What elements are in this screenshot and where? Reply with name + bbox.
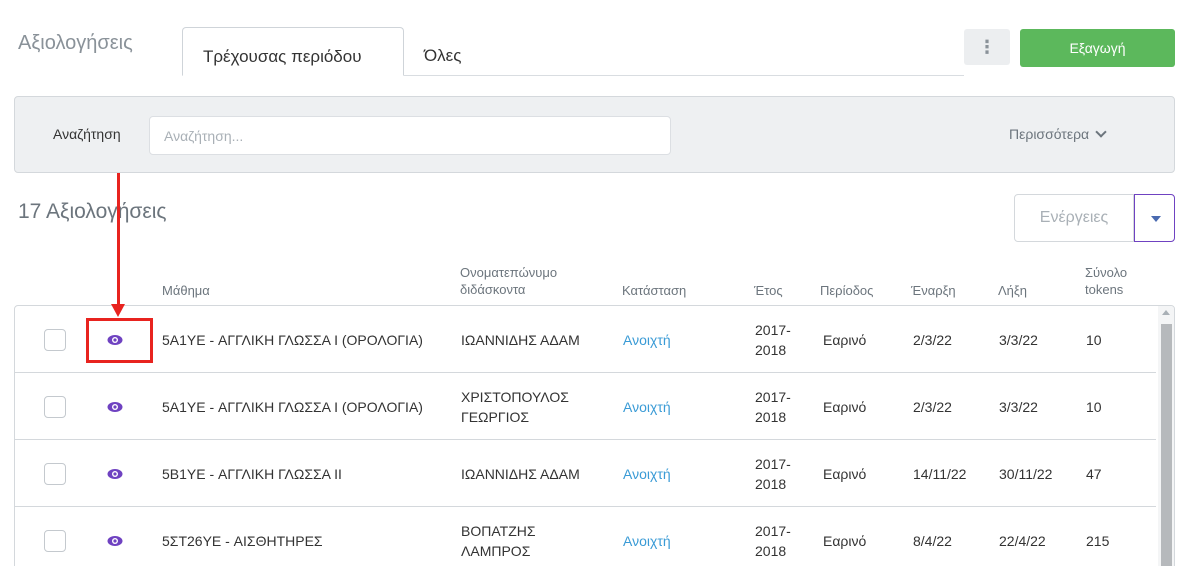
row-checkbox[interactable] xyxy=(44,530,66,552)
cell-end: 3/3/22 xyxy=(999,332,1038,348)
kebab-menu-button[interactable]: ⋮ xyxy=(964,29,1010,65)
eye-icon[interactable] xyxy=(107,467,123,481)
cell-teacher: ΙΩΑΝΝΙΔΗΣ ΑΔΑΜ xyxy=(461,466,580,482)
cell-status[interactable]: Ανοιχτή xyxy=(623,531,671,551)
eye-icon[interactable] xyxy=(107,534,123,548)
kebab-icon: ⋮ xyxy=(978,37,996,57)
tab-all[interactable]: Όλες xyxy=(424,46,461,66)
cell-teacher: ΙΩΑΝΝΙΔΗΣ ΑΔΑΜ xyxy=(461,332,580,348)
cell-start: 14/11/22 xyxy=(913,466,967,482)
cell-year: 2017-2018 xyxy=(755,456,791,492)
eye-icon[interactable] xyxy=(107,400,123,414)
cell-course: 5B1YE - ΑΓΓΛΙΚΗ ΓΛΩΣΣΑ ΙΙ xyxy=(162,466,342,482)
cell-tokens: 47 xyxy=(1086,466,1102,482)
search-label: Αναζήτηση xyxy=(53,126,121,142)
cell-year: 2017-2018 xyxy=(755,523,791,559)
row-checkbox[interactable] xyxy=(44,329,66,351)
actions-caret-button[interactable] xyxy=(1134,194,1175,242)
table-row: 5A1YE - ΑΓΓΛΙΚΗ ΓΛΩΣΣΑ Ι (ΟΡΟΛΟΓΙΑ) ΙΩΑΝ… xyxy=(15,306,1156,373)
cell-teacher: ΒΟΠΑΤΖΗΣ ΛΑΜΠΡΟΣ xyxy=(461,523,536,559)
export-button[interactable]: Εξαγωγή xyxy=(1020,29,1175,67)
cell-tokens: 10 xyxy=(1086,399,1102,415)
caret-down-icon xyxy=(1151,216,1161,222)
cell-end: 3/3/22 xyxy=(999,399,1038,415)
cell-course: 5ΣΤ26YE - ΑΙΣΘΗΤΗΡΕΣ xyxy=(162,533,323,549)
cell-course: 5A1YE - ΑΓΓΛΙΚΗ ΓΛΩΣΣΑ Ι (ΟΡΟΛΟΓΙΑ) xyxy=(162,399,423,415)
column-header-tokens[interactable]: Σύνολο tokens xyxy=(1085,264,1135,298)
cell-course: 5A1YE - ΑΓΓΛΙΚΗ ΓΛΩΣΣΑ Ι (ΟΡΟΛΟΓΙΑ) xyxy=(162,332,423,348)
column-header-course[interactable]: Μάθημα xyxy=(162,282,210,299)
annotation-arrow-line xyxy=(117,173,120,308)
cell-period: Εαρινό xyxy=(823,533,867,549)
page-title: Αξιολογήσεις xyxy=(18,32,133,54)
annotation-arrow-head xyxy=(111,304,125,317)
cell-year: 2017-2018 xyxy=(755,389,791,425)
chevron-down-icon xyxy=(1095,126,1107,138)
tab-current-period[interactable]: Τρέχουσας περιόδου xyxy=(182,27,404,76)
scrollbar-thumb[interactable] xyxy=(1161,324,1172,566)
cell-tokens: 10 xyxy=(1086,332,1102,348)
cell-period: Εαρινό xyxy=(823,332,867,348)
annotation-highlight-box xyxy=(86,318,153,363)
cell-period: Εαρινό xyxy=(823,466,867,482)
column-header-period[interactable]: Περίοδος xyxy=(820,282,873,299)
table-row: 5A1YE - ΑΓΓΛΙΚΗ ΓΛΩΣΣΑ Ι (ΟΡΟΛΟΓΙΑ) ΧΡΙΣ… xyxy=(15,373,1156,440)
cell-start: 2/3/22 xyxy=(913,399,952,415)
row-checkbox[interactable] xyxy=(44,396,66,418)
table-row: 5ΣΤ26YE - ΑΙΣΘΗΤΗΡΕΣ ΒΟΠΑΤΖΗΣ ΛΑΜΠΡΟΣ Αν… xyxy=(15,507,1156,566)
row-checkbox[interactable] xyxy=(44,463,66,485)
cell-year: 2017-2018 xyxy=(755,322,791,358)
evaluations-table: 5A1YE - ΑΓΓΛΙΚΗ ΓΛΩΣΣΑ Ι (ΟΡΟΛΟΓΙΑ) ΙΩΑΝ… xyxy=(14,305,1175,566)
search-panel: Αναζήτηση Περισσότερα xyxy=(14,96,1175,173)
scroll-up-arrow-icon[interactable] xyxy=(1162,310,1170,315)
column-header-start[interactable]: Έναρξη xyxy=(911,282,956,299)
actions-button[interactable]: Ενέργειες xyxy=(1014,194,1134,242)
cell-tokens: 215 xyxy=(1086,533,1110,549)
cell-end: 30/11/22 xyxy=(999,466,1053,482)
result-count: 17 Αξιολογήσεις xyxy=(18,200,167,223)
actions-dropdown: Ενέργειες xyxy=(1014,194,1175,242)
column-header-end[interactable]: Λήξη xyxy=(998,282,1027,299)
cell-status[interactable]: Ανοιχτή xyxy=(623,330,671,350)
column-header-status[interactable]: Κατάσταση xyxy=(622,282,686,299)
table-row: 5B1YE - ΑΓΓΛΙΚΗ ΓΛΩΣΣΑ ΙΙ ΙΩΑΝΝΙΔΗΣ ΑΔΑΜ… xyxy=(15,440,1156,507)
column-header-teacher[interactable]: Ονοματεπώνυμο διδάσκοντα xyxy=(460,264,580,298)
cell-start: 2/3/22 xyxy=(913,332,952,348)
column-header-year[interactable]: Έτος xyxy=(754,282,783,299)
table-scrollbar[interactable] xyxy=(1158,306,1174,566)
more-filters-label: Περισσότερα xyxy=(1009,126,1090,142)
cell-end: 22/4/22 xyxy=(999,533,1046,549)
cell-status[interactable]: Ανοιχτή xyxy=(623,464,671,484)
top-bar: Αξιολογήσεις Τρέχουσας περιόδου Όλες ⋮ Ε… xyxy=(0,0,1195,80)
cell-period: Εαρινό xyxy=(823,399,867,415)
search-input[interactable] xyxy=(149,116,671,155)
more-filters-toggle[interactable]: Περισσότερα xyxy=(1009,126,1107,142)
cell-teacher: ΧΡΙΣΤΟΠΟΥΛΟΣ ΓΕΩΡΓΙΟΣ xyxy=(461,389,569,425)
cell-start: 8/4/22 xyxy=(913,533,952,549)
cell-status[interactable]: Ανοιχτή xyxy=(623,397,671,417)
